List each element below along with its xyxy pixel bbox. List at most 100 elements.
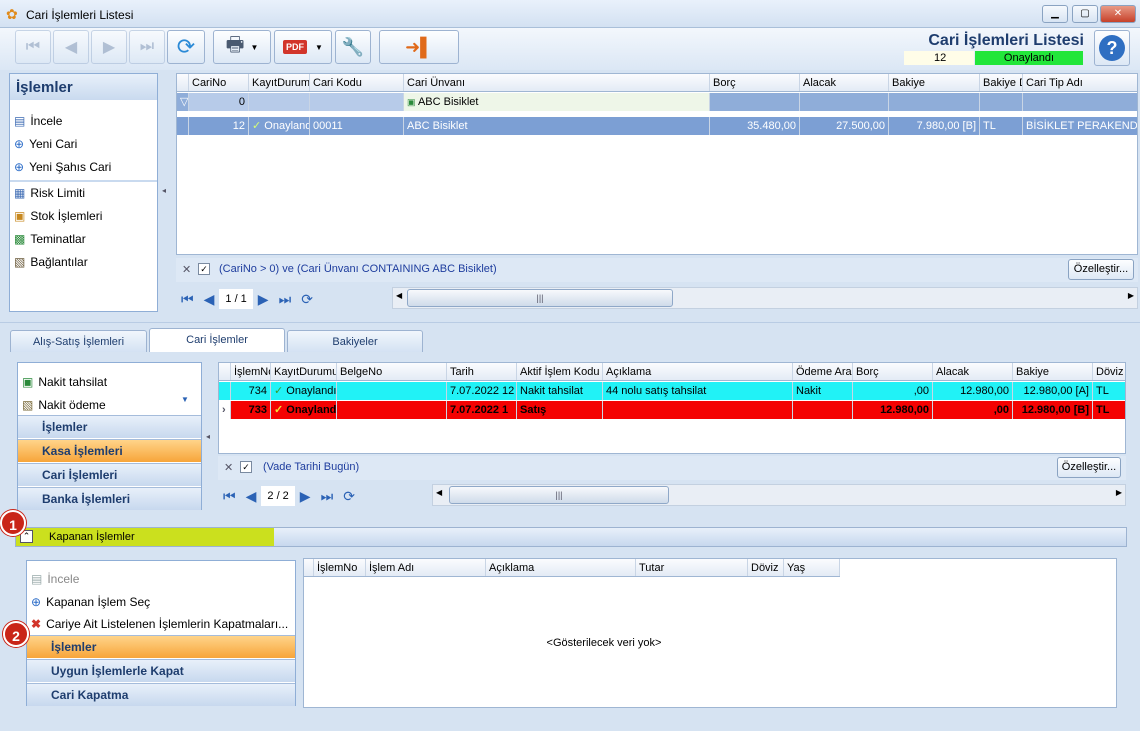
menu-label: Teminatlar [30,232,86,246]
table-row[interactable]: 734 ✓ Onaylandı 7.07.2022 12 Nakit tahsi… [219,382,1125,400]
next-page-icon[interactable]: ▶ [258,291,269,308]
col-header[interactable]: Cari Tip Adı [1023,74,1137,91]
menu-item-yeni-sahis-cari[interactable]: ⊕ Yeni Şahıs Cari [14,160,111,174]
section-cari-islemleri[interactable]: Cari İşlemleri [18,463,201,486]
menu-item-stok-islemleri[interactable]: ▣ Stok İşlemleri [14,209,102,223]
help-button[interactable]: ? [1094,30,1130,66]
next-record-button[interactable]: ▶ [91,30,127,64]
tab-bakiyeler[interactable]: Bakiyeler [287,330,423,352]
col-header[interactable]: Cari Ünvanı [404,74,710,91]
minimize-button[interactable]: ▁ [1042,5,1068,23]
horizontal-scrollbar[interactable]: ◀ ||| ▶ [392,287,1138,309]
tab-alis-satis[interactable]: Alış-Satış İşlemleri [10,330,147,352]
customize-button[interactable]: Özelleştir... [1057,457,1121,478]
next-page-icon[interactable]: ▶ [300,488,311,505]
scroll-thumb[interactable]: ||| [449,486,669,504]
filter-carino[interactable]: 0 [189,93,249,111]
col-header[interactable]: Döviz [1093,363,1125,380]
col-header[interactable]: Alacak [800,74,889,91]
clear-filter-icon[interactable]: ✕ [182,263,191,276]
customize-button[interactable]: Özelleştir... [1068,259,1134,280]
col-header[interactable]: Alacak [933,363,1013,380]
menu-item-risk-limiti[interactable]: ▦ Risk Limiti [14,186,85,200]
section-banka-islemleri[interactable]: Banka İşlemleri [18,487,201,510]
menu-item-kapanan-islem-sec[interactable]: ⊕ Kapanan İşlem Seç [31,595,150,609]
wrench-icon: 🔧 [341,36,365,57]
col-header[interactable]: KayıtDurumu [249,74,310,91]
prev-icon: ◀ [64,39,78,56]
exit-button[interactable]: ➜▌ [379,30,459,64]
maximize-button[interactable]: ▢ [1072,5,1098,23]
menu-item-incele[interactable]: ▤ İncele [14,114,62,128]
prev-page-icon[interactable]: ◀ [204,291,215,308]
col-header[interactable]: Açıklama [486,559,636,576]
col-header[interactable]: Borç [710,74,800,91]
col-header[interactable]: Yaş [784,559,840,576]
print-button[interactable]: 🖶 ▼ [213,30,271,64]
col-header[interactable]: Bakiye [1013,363,1093,380]
scroll-thumb[interactable]: ||| [407,289,673,307]
horizontal-scrollbar[interactable]: ◀ ||| ▶ [432,484,1126,506]
filter-checkbox[interactable]: ✓ [198,263,210,275]
first-page-icon[interactable]: ⏮ [181,291,194,308]
section-islemler[interactable]: İşlemler [27,635,295,658]
filter-row[interactable]: ▽ 0 ▣ ABC Bisiklet [177,93,1137,111]
col-header[interactable]: Borç [853,363,933,380]
table-row[interactable]: › 733 ✓ Onaylandı 7.07.2022 1 Satış 12.9… [219,401,1125,419]
help-icon: ? [1099,35,1125,61]
settings-button[interactable]: 🔧 [335,30,371,64]
menu-item-cariye-ait-kapatmalar[interactable]: ✖ Cariye Ait Listelenen İşlemlerin Kapatm… [31,617,288,631]
filter-bar: ✕ ✓ (CariNo > 0) ve (Cari Ünvanı CONTAIN… [176,258,1138,282]
collapse-arrow-icon[interactable]: ◂ [206,432,210,441]
tab-cari-islemler[interactable]: Cari İşlemler [149,328,285,352]
col-header[interactable]: CariNo [189,74,249,91]
clear-filter-icon[interactable]: ✕ [224,461,233,474]
section-kasa-islemleri[interactable]: Kasa İşlemleri [18,439,201,462]
pdf-save-button[interactable]: PDF ▼ [274,30,332,64]
expand-icon[interactable]: ▼ [181,395,189,404]
section-cari-kapatma[interactable]: Cari Kapatma [27,683,295,706]
grid-header: CariNo KayıtDurumu Cari Kodu Cari Ünvanı… [177,74,1137,92]
col-header[interactable]: KayıtDurumu [271,363,337,380]
col-header[interactable]: BelgeNo [337,363,447,380]
col-header[interactable]: Döviz [748,559,784,576]
menu-item-yeni-cari[interactable]: ⊕ Yeni Cari [14,137,77,151]
menu-item-incele[interactable]: ▤ İncele [31,572,79,586]
prev-record-button[interactable]: ◀ [53,30,89,64]
menu-item-teminatlar[interactable]: ▩ Teminatlar [14,232,86,246]
closed-menu: ▤ İncele ⊕ Kapanan İşlem Seç ✖ Cariye Ait L… [26,560,296,706]
col-header[interactable]: İşlemNo [231,363,271,380]
col-header[interactable]: Ödeme Aracı [793,363,853,380]
col-header[interactable]: Tarih [447,363,517,380]
col-header[interactable]: İşlem Adı [366,559,486,576]
col-header[interactable]: Bakiye [889,74,980,91]
filter-checkbox[interactable]: ✓ [240,461,252,473]
col-header[interactable]: Tutar [636,559,748,576]
prev-page-icon[interactable]: ◀ [246,488,257,505]
collapse-arrow-icon[interactable]: ◂ [162,186,166,195]
islem-grid: İşlemNo KayıtDurumu BelgeNo Tarih Aktif … [218,362,1126,454]
menu-item-baglantilar[interactable]: ▧ Bağlantılar [14,255,88,269]
table-row[interactable]: 12 ✓ Onaylandı 00011 ABC Bisiklet 35.480… [177,117,1137,135]
col-header[interactable]: Aktif İşlem Kodu [517,363,603,380]
col-header[interactable]: Bakiye D [980,74,1023,91]
last-page-icon[interactable]: ⏭ [279,291,292,308]
first-record-button[interactable]: ⏮ [15,30,51,64]
last-record-button[interactable]: ⏭ [129,30,165,64]
section-islemler[interactable]: İşlemler [18,415,201,438]
filter-unvan[interactable]: ▣ ABC Bisiklet [404,93,710,111]
first-page-icon[interactable]: ⏮ [223,488,236,505]
section-uygun-islemlerle-kapat[interactable]: Uygun İşlemlerle Kapat [27,659,295,682]
col-header[interactable]: Cari Kodu [310,74,404,91]
menu-item-nakit-tahsilat[interactable]: ▣ Nakit tahsilat [22,375,107,389]
cash-in-icon: ▣ [22,375,34,389]
col-header[interactable]: İşlemNo [314,559,366,576]
refresh-button[interactable]: ⟳ [167,30,205,64]
menu-item-nakit-odeme[interactable]: ▧ Nakit ödeme [22,398,106,412]
last-page-icon[interactable]: ⏭ [321,488,334,505]
close-button[interactable]: ✕ [1100,5,1136,23]
refresh-icon[interactable]: ⟳ [343,488,355,505]
refresh-icon[interactable]: ⟳ [301,291,313,308]
col-header[interactable]: Açıklama [603,363,793,380]
cash-out-icon: ▧ [22,398,34,412]
